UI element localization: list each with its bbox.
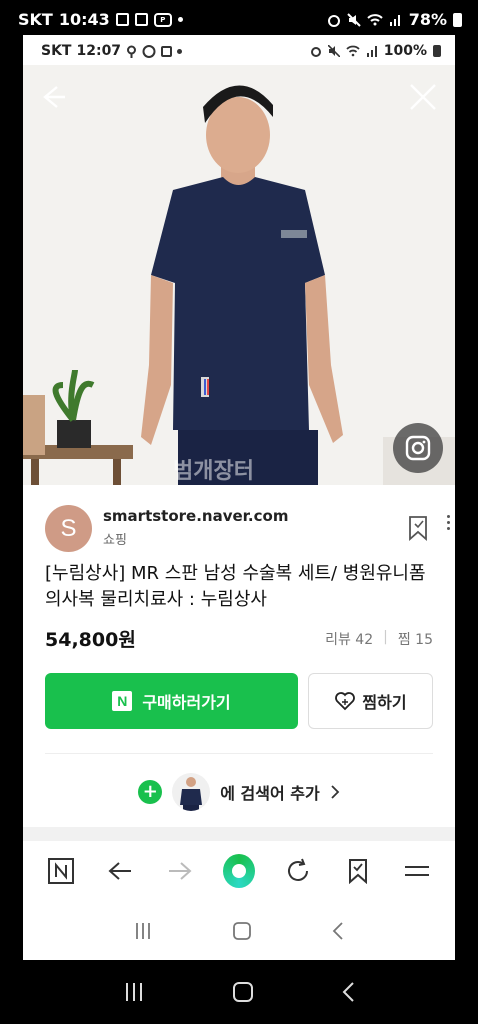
naver-home-button[interactable] [45, 855, 77, 887]
outer-carrier: SKT [18, 10, 53, 29]
section-divider [45, 753, 433, 754]
back-button[interactable] [104, 855, 136, 887]
bookmark-icon[interactable] [407, 515, 429, 541]
wifi-icon [367, 13, 383, 25]
green-dot-button[interactable] [222, 854, 255, 888]
close-icon[interactable] [405, 79, 441, 115]
alarm-icon [327, 14, 340, 27]
reload-icon [288, 858, 309, 881]
chevron-right-icon [331, 785, 340, 799]
inner-carrier: SKT [41, 43, 72, 59]
bookmark-toolbar-button[interactable] [342, 855, 374, 887]
inner-wifi-icon [346, 45, 360, 57]
heart-plus-icon [335, 692, 356, 711]
product-price: 54,800원 [45, 629, 136, 651]
seller-category: 쇼핑 [103, 533, 127, 548]
seller-row[interactable]: S smartstore.naver.com 쇼핑 [45, 505, 450, 555]
inner-battery-text: 100% [383, 43, 427, 59]
product-title[interactable]: [누림상사] MR 스판 남성 수술복 세트/ 병원유니폼 의사복 물리치료사 … [45, 561, 440, 613]
recents-icon[interactable] [123, 982, 145, 1002]
browser-toolbar [23, 841, 455, 901]
seller-avatar: S [45, 505, 92, 552]
inner-back-icon[interactable] [331, 921, 345, 941]
inner-system-nav [23, 901, 455, 960]
search-thumbnail [172, 773, 211, 811]
lens-search-button[interactable] [393, 423, 443, 473]
inner-alarm-icon [310, 47, 321, 57]
hamburger-icon [405, 866, 430, 876]
naver-n-box-icon [47, 858, 74, 884]
wish-button-label: 찜하기 [362, 693, 407, 712]
more-options-icon[interactable] [443, 515, 453, 539]
green-dot-icon [222, 854, 255, 888]
camera-lens-icon [405, 435, 431, 461]
plus-icon: + [138, 780, 163, 804]
battery-icon [453, 12, 462, 27]
gallery-notification-icon [115, 13, 129, 26]
add-search-term-row[interactable]: + 에 검색어 추가 [23, 770, 455, 814]
seller-domain[interactable]: smartstore.naver.com [103, 507, 288, 525]
outer-time: 10:43 [58, 10, 110, 29]
review-count[interactable]: 리뷰 42 [325, 629, 373, 649]
wish-button[interactable]: 찜하기 [308, 673, 433, 729]
gray-separator [23, 827, 455, 841]
reload-button[interactable] [282, 855, 314, 887]
inner-status-bar: SKT 12:07 100% [23, 35, 455, 65]
buy-button-label: 구매하러가기 [142, 693, 231, 712]
naver-n-icon: N [112, 691, 133, 711]
forward-button[interactable] [164, 855, 196, 887]
more-inner-notifications-icon [177, 48, 183, 54]
pin-notification-icon [127, 45, 137, 58]
product-image[interactable]: 범개장터 [23, 65, 455, 485]
outer-battery-text: 78% [408, 10, 447, 29]
mute-icon [346, 12, 361, 27]
product-photo-illustration [23, 65, 455, 485]
arrow-right-icon [168, 862, 192, 880]
add-search-label: 에 검색어 추가 [220, 784, 320, 803]
chat-notification-icon [142, 44, 156, 58]
back-arrow-icon[interactable] [35, 79, 71, 115]
app-notification-icon: P [153, 12, 172, 27]
inner-signal-icon [366, 46, 377, 57]
back-nav-icon[interactable] [341, 981, 355, 1003]
arrow-left-icon [108, 862, 132, 880]
inner-recents-icon[interactable] [133, 922, 153, 940]
product-meta: 리뷰 42 | 찜 15 [325, 629, 433, 649]
inner-home-icon[interactable] [232, 921, 252, 941]
inner-mute-icon [327, 45, 340, 57]
wish-count: 찜 15 [397, 632, 433, 648]
home-icon[interactable] [232, 981, 254, 1003]
image-notification-icon [161, 45, 173, 57]
thumbnail-figure [180, 777, 203, 811]
signal-icon [389, 14, 400, 26]
inner-screen: SKT 12:07 100% 범개장터 S smartstore.naver.c… [23, 35, 455, 960]
photo-notification-icon [134, 13, 148, 26]
outer-status-bar: SKT 10:43 P 78% [0, 0, 478, 36]
image-watermark: 범개장터 [173, 459, 254, 484]
outer-system-nav [0, 960, 478, 1024]
meta-separator: | [383, 629, 388, 645]
inner-time: 12:07 [76, 43, 122, 59]
more-notifications-icon [177, 17, 183, 22]
buy-button[interactable]: N 구매하러가기 [45, 673, 298, 729]
menu-button[interactable] [401, 855, 433, 887]
bookmark-check-icon [348, 859, 367, 884]
inner-battery-icon [433, 45, 441, 57]
